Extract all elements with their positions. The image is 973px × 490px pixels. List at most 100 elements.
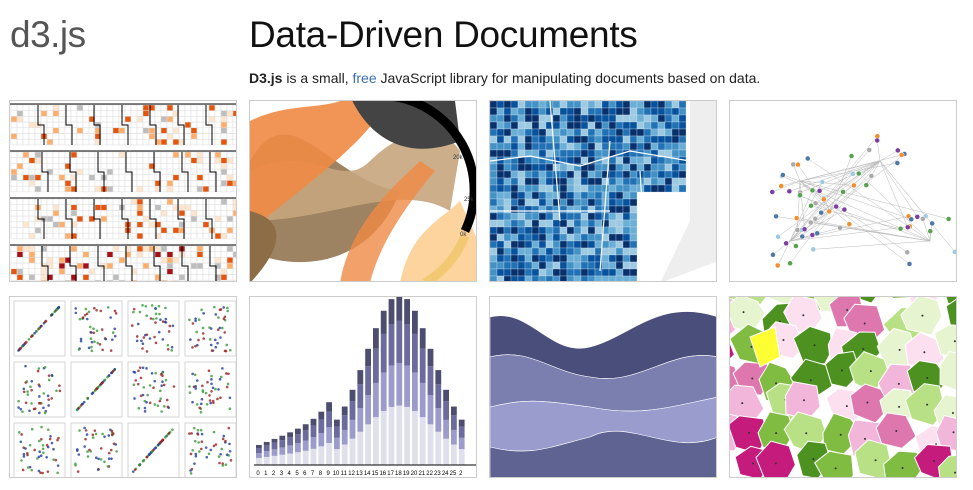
d3-logo-link[interactable]: d3.js	[10, 14, 86, 56]
heat-cell	[88, 262, 96, 270]
heat-cell	[112, 127, 120, 134]
heat-cell	[136, 204, 144, 211]
county-cell	[629, 121, 638, 130]
heat-cell	[46, 116, 54, 123]
scatter-point	[94, 432, 98, 436]
scatter-point	[193, 439, 197, 443]
county-cell	[559, 121, 568, 130]
heat-cell	[112, 221, 120, 228]
heat-cell	[76, 274, 84, 281]
heat-cell	[28, 180, 36, 187]
heat-cell	[22, 204, 30, 211]
scatter-point	[106, 375, 109, 379]
heat-cell	[10, 245, 18, 252]
scatter-point	[194, 452, 198, 456]
gallery-thumb-stacked-bar-chart[interactable]: 0 1 2 3 4 5 6 7 8 9 10 11 12 13 14 15 16 17 18 19 20 21 22 23 24…	[249, 296, 477, 478]
heat-cell	[214, 127, 222, 134]
heat-cell	[226, 227, 234, 234]
x-tick-label: 13	[356, 471, 363, 477]
county-cell	[531, 212, 540, 221]
graph-node	[774, 262, 781, 269]
heat-cell	[40, 274, 48, 281]
county-cell	[559, 184, 568, 193]
scatter-point	[107, 434, 111, 437]
gallery-thumb-scatterplot-matrix[interactable]	[9, 296, 237, 478]
scatter-point	[30, 402, 33, 405]
scatter-point	[191, 322, 195, 325]
x-tick-label: 9	[327, 471, 331, 477]
scatter-point	[148, 337, 152, 340]
county-cell	[538, 219, 547, 228]
scatter-point	[197, 441, 200, 444]
graph-node	[814, 230, 820, 237]
voronoi-site	[782, 339, 785, 342]
county-cell	[650, 121, 659, 130]
heat-cell	[142, 251, 150, 258]
county-cell	[657, 142, 666, 151]
voronoi-site	[802, 399, 805, 402]
county-cell	[664, 149, 673, 158]
heat-cell	[166, 138, 174, 146]
county-cell	[517, 149, 526, 158]
gallery-thumb-streamgraph[interactable]	[489, 296, 717, 478]
heat-cell	[232, 116, 236, 123]
heat-cell	[112, 157, 120, 164]
free-link[interactable]: free	[352, 70, 376, 86]
heat-cell	[106, 251, 114, 258]
voronoi-site	[751, 377, 754, 380]
county-cell	[510, 135, 519, 144]
heat-cell	[58, 262, 66, 270]
gallery-thumb-choropleth-map[interactable]	[489, 100, 717, 282]
scatter-point	[219, 375, 223, 379]
county-cell	[510, 261, 519, 270]
graph-node	[863, 182, 870, 188]
bar-segment	[388, 406, 395, 465]
heat-cell	[130, 110, 138, 117]
scatter-point	[210, 374, 213, 378]
scatter-point	[21, 410, 24, 413]
scatter-point	[58, 389, 62, 393]
scatter-point	[226, 382, 230, 386]
county-cell	[552, 268, 561, 277]
county-cell	[517, 121, 526, 130]
heat-cell	[118, 279, 126, 281]
heat-cell	[166, 104, 174, 111]
county-cell	[636, 142, 645, 151]
scatter-point	[46, 428, 50, 431]
heat-cell	[154, 198, 162, 205]
heat-cell	[226, 168, 234, 176]
graph-node	[914, 214, 921, 220]
county-cell	[657, 184, 666, 193]
heat-cell	[124, 110, 132, 117]
scatter-point	[153, 403, 157, 406]
scatter-point	[101, 381, 104, 384]
county-cell	[538, 254, 547, 263]
county-cell	[573, 247, 582, 256]
graph-node	[841, 206, 848, 213]
county-cell	[503, 184, 512, 193]
scatter-point	[227, 426, 231, 430]
voronoi-site	[954, 471, 956, 474]
heat-cell	[112, 121, 120, 129]
county-cell	[664, 135, 673, 144]
county-cell	[531, 170, 540, 179]
scatter-point	[167, 330, 171, 333]
gallery-thumb-chord-diagram[interactable]: 20k 25k 0k	[249, 100, 477, 282]
gallery-thumb-force-graph[interactable]	[729, 100, 957, 282]
scatter-point	[204, 391, 208, 395]
heat-cell	[16, 221, 24, 228]
heat-cell	[154, 104, 162, 111]
heat-cell	[190, 151, 198, 158]
heat-cell	[160, 257, 168, 264]
scatter-point	[21, 468, 25, 472]
heat-cell	[160, 163, 168, 170]
bar-segment	[341, 444, 348, 465]
heat-cell	[16, 232, 24, 240]
heat-cell	[136, 279, 144, 281]
bar-segment	[458, 449, 465, 465]
heat-cell	[106, 227, 114, 234]
gallery-thumb-voronoi-diagram[interactable]	[729, 296, 957, 478]
gallery-thumb-calendar-heatmap[interactable]	[9, 100, 237, 282]
scatter-point	[52, 458, 55, 461]
heat-cell	[232, 110, 236, 117]
